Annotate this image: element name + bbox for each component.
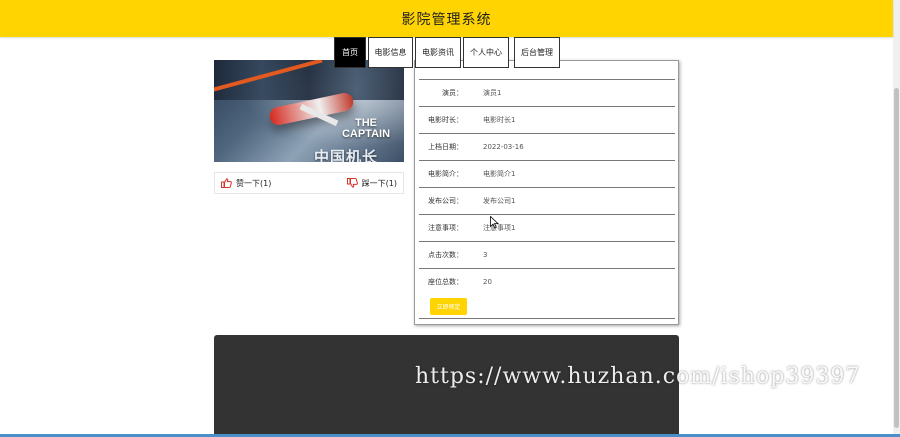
- detail-label: 电影简介：: [428, 170, 463, 178]
- thumbs-down-button[interactable]: 踩一下(1): [346, 178, 397, 189]
- detail-row-seats: 座位总数： 20: [419, 268, 675, 295]
- detail-value: 注意事项1: [483, 224, 516, 232]
- detail-value: 发布公司1: [483, 197, 516, 205]
- detail-row-actor: 演员： 演员1: [419, 79, 675, 106]
- detail-value: 20: [483, 278, 492, 286]
- thumbs-down-icon: [346, 178, 358, 188]
- detail-value: 电影时长1: [483, 116, 516, 124]
- detail-label: 座位总数：: [428, 278, 463, 286]
- movie-poster: THE CAPTAIN 中国机长: [214, 60, 404, 162]
- detail-value: 2022-03-16: [483, 143, 524, 151]
- detail-row-publisher: 发布公司： 发布公司1: [419, 187, 675, 214]
- detail-row-duration: 电影时长： 电影时长1: [419, 106, 675, 133]
- detail-label: 注意事项：: [428, 224, 463, 232]
- detail-label: 电影时长：: [428, 116, 463, 124]
- mouse-cursor-icon: [490, 216, 499, 229]
- page: 影院管理系统 首页 电影信息 电影资讯 个人中心 后台管理 THE CAPTAI…: [0, 0, 900, 437]
- book-now-button[interactable]: 立即预定: [430, 298, 467, 315]
- nav-item-personal-center[interactable]: 个人中心: [463, 37, 509, 68]
- scrollbar-thumb[interactable]: [894, 88, 899, 428]
- detail-label: 上档日期：: [428, 143, 463, 151]
- detail-row-notes: 注意事项： 注意事项1: [419, 214, 675, 241]
- site-title: 影院管理系统: [401, 11, 492, 28]
- detail-label: 点击次数：: [428, 251, 463, 259]
- thumbs-up-label: 赞一下(1): [236, 178, 272, 188]
- action-row: 立即预定: [419, 295, 675, 319]
- movie-detail-panel: 演员： 演员1 电影时长： 电影时长1 上档日期： 2022-03-16 电影简…: [414, 60, 679, 325]
- detail-row-release-date: 上档日期： 2022-03-16: [419, 133, 675, 160]
- detail-row-synopsis: 电影简介： 电影简介1: [419, 160, 675, 187]
- detail-label: 演员：: [442, 89, 463, 97]
- thumbs-down-label: 踩一下(1): [361, 178, 397, 188]
- site-header: 影院管理系统: [0, 0, 893, 37]
- detail-row-clicks: 点击次数： 3: [419, 241, 675, 268]
- thumbs-up-button[interactable]: 赞一下(1): [221, 178, 271, 189]
- thumbs-up-icon: [221, 178, 232, 188]
- detail-value: 电影简介1: [483, 170, 516, 178]
- nav-item-movie-info[interactable]: 电影信息: [368, 37, 413, 68]
- detail-value: 3: [483, 251, 488, 259]
- detail-value: 演员1: [483, 89, 502, 97]
- detail-label: 发布公司：: [428, 197, 463, 205]
- vote-bar: 赞一下(1) 踩一下(1): [214, 172, 404, 194]
- main-nav: 首页 电影信息 电影资讯 个人中心 后台管理: [334, 37, 560, 70]
- nav-item-movie-news[interactable]: 电影资讯: [415, 37, 461, 68]
- nav-item-admin[interactable]: 后台管理: [514, 37, 560, 68]
- watermark-text: https://www.huzhan.com/ishop39397: [415, 364, 861, 389]
- nav-item-home[interactable]: 首页: [334, 37, 366, 68]
- poster-title-en: THE CAPTAIN: [341, 117, 391, 140]
- poster-title-cn: 中国机长: [314, 148, 379, 162]
